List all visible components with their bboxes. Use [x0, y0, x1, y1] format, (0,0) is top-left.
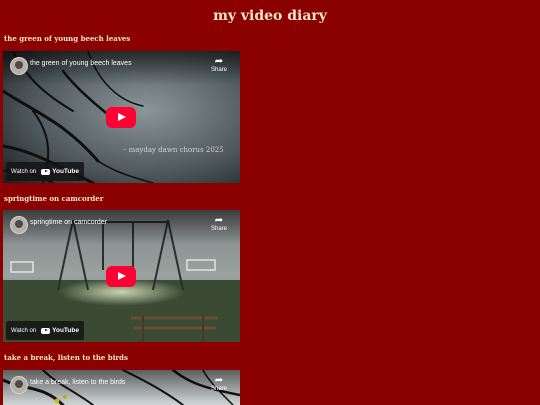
channel-avatar[interactable] — [10, 57, 28, 75]
play-button[interactable] — [106, 107, 136, 128]
watch-on-label: Watch on — [11, 327, 37, 334]
page-title: my video diary — [213, 8, 327, 24]
play-button[interactable] — [106, 266, 136, 287]
share-icon: ➦ — [214, 215, 224, 226]
share-button[interactable]: ➦ Share — [208, 215, 230, 233]
channel-avatar[interactable] — [10, 216, 28, 234]
video-header — [3, 210, 240, 244]
post-heading: the green of young beech leaves — [4, 34, 131, 43]
video-header — [3, 51, 240, 85]
video-title[interactable]: take a break, listen to the birds — [30, 379, 125, 386]
watch-on-youtube-button[interactable]: Watch on YouTube — [6, 321, 84, 340]
share-icon: ➦ — [214, 56, 224, 67]
share-button[interactable]: ➦ Share — [208, 375, 230, 393]
watch-on-youtube-button[interactable]: Watch on YouTube — [6, 162, 84, 181]
youtube-logo-text: YouTube — [52, 168, 79, 175]
share-label: Share — [210, 226, 227, 232]
post-heading: springtime on camcorder — [4, 194, 104, 203]
share-button[interactable]: ➦ Share — [208, 56, 230, 74]
watch-on-label: Watch on — [11, 168, 37, 175]
youtube-logo: YouTube — [41, 168, 79, 175]
video-overlay-caption: - mayday dawn chorus 2025 — [124, 146, 224, 154]
youtube-logo: YouTube — [41, 327, 79, 334]
post-heading: take a break, listen to the birds — [4, 353, 128, 362]
video-embed[interactable]: springtime on camcorder ➦ Share Watch on… — [3, 210, 240, 342]
video-title[interactable]: springtime on camcorder — [30, 219, 107, 226]
video-embed[interactable]: the green of young beech leaves ➦ Share … — [3, 51, 240, 183]
youtube-logo-text: YouTube — [52, 327, 79, 334]
video-header — [3, 370, 240, 404]
video-embed[interactable]: take a break, listen to the birds ➦ Shar… — [3, 370, 240, 405]
youtube-play-icon — [41, 327, 51, 334]
channel-avatar[interactable] — [10, 376, 28, 394]
share-label: Share — [210, 67, 227, 73]
video-title[interactable]: the green of young beech leaves — [30, 60, 132, 67]
share-icon: ➦ — [214, 375, 224, 386]
youtube-play-icon — [41, 168, 51, 175]
share-label: Share — [210, 386, 227, 392]
